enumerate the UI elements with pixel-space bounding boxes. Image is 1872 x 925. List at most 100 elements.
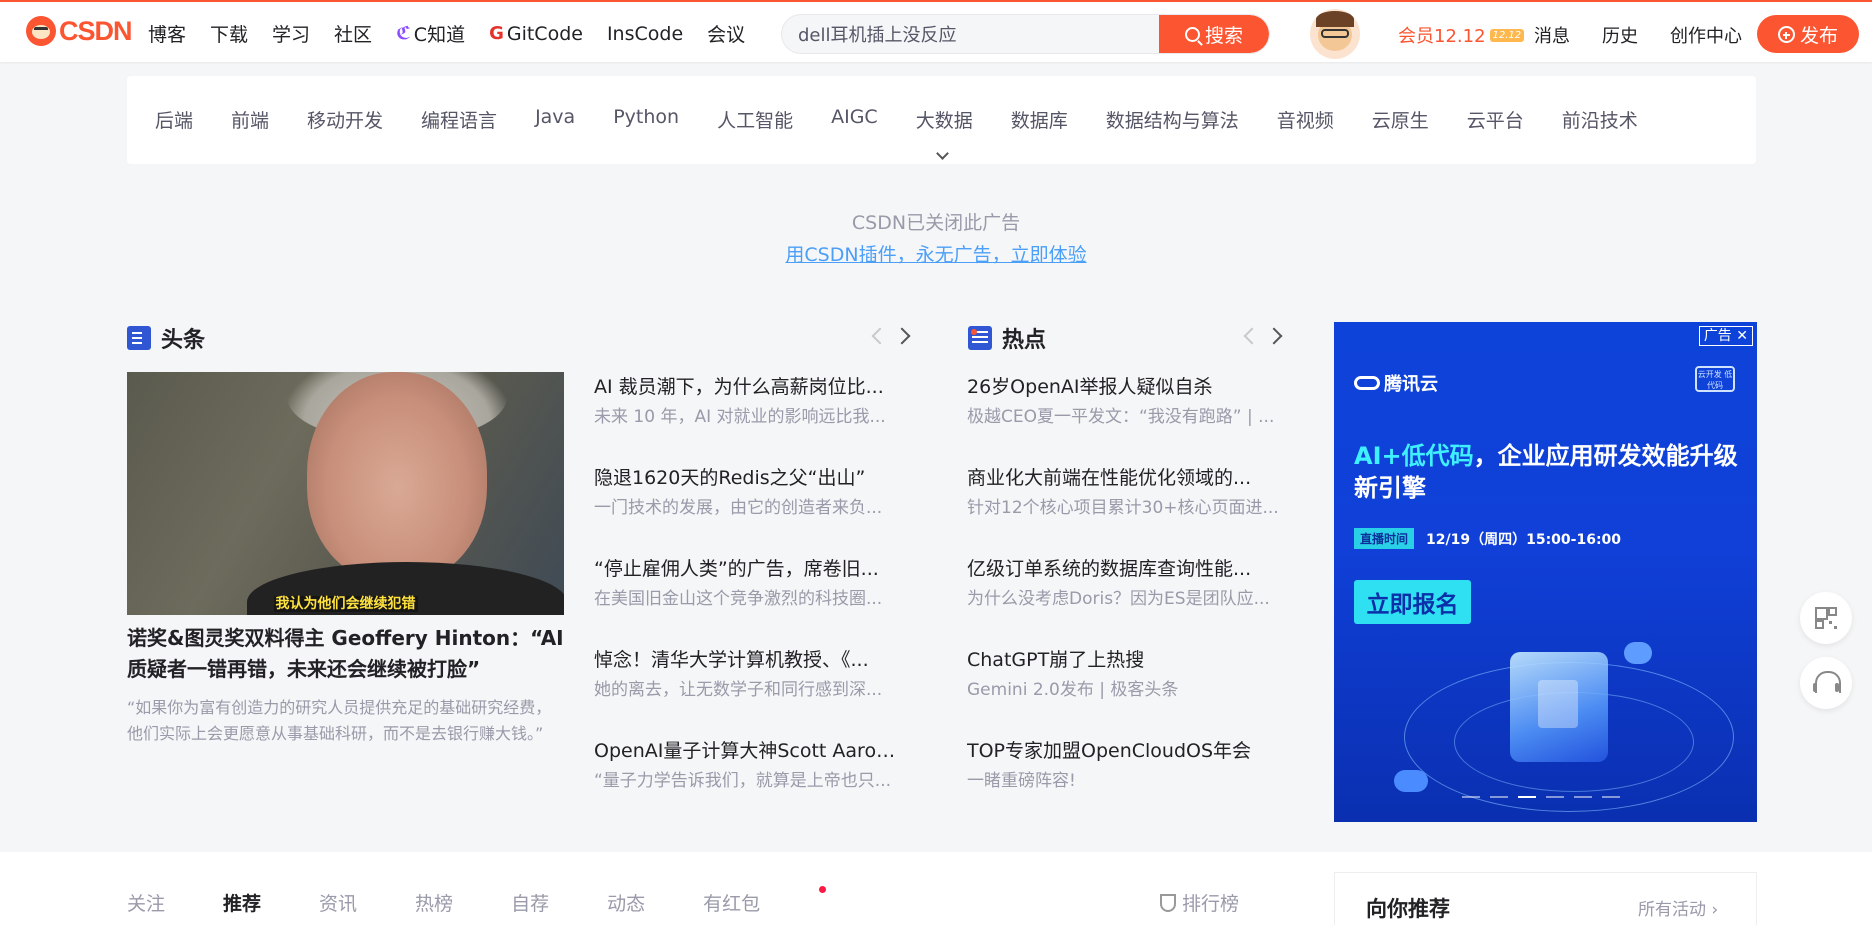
tab-follow[interactable]: 关注 [127, 889, 165, 916]
chevron-down-icon[interactable] [935, 148, 949, 162]
all-activities-link[interactable]: 所有活动 › [1638, 895, 1718, 920]
tab-self-recommend[interactable]: 自荐 [511, 889, 549, 916]
messages-link[interactable]: 消息 [1534, 22, 1570, 48]
vip-label: 会员12.12 [1398, 26, 1486, 47]
category-item[interactable]: Python [613, 106, 679, 133]
ad-banner[interactable]: 广告 ✕ 腾讯云 云开发 低代码 AI+低代码，企业应用研发效能升级新引擎 直播… [1334, 322, 1757, 822]
category-bar: 后端 前端 移动开发 编程语言 Java Python 人工智能 AIGC 大数… [127, 76, 1756, 164]
tab-red-packet[interactable]: 有红包 [703, 886, 827, 916]
csdn-logo[interactable]: CSDN [26, 16, 133, 46]
carousel-dot-active[interactable] [1518, 796, 1536, 798]
ad-headline-highlight: AI+低代码 [1354, 442, 1474, 470]
category-item[interactable]: AIGC [831, 106, 878, 133]
headline-main-title[interactable]: 诺奖&图灵奖双料得主 Geoffery Hinton：“AI质疑者一错再错，未来… [127, 623, 567, 685]
headline-item[interactable]: 隐退1620天的Redis之父“出山” 一门技术的发展，由它的创造者来负... [594, 465, 906, 521]
news-desc: 极越CEO夏一平发文：“我没有跑路” | ... [967, 407, 1275, 427]
headline-image[interactable]: 我认为他们会继续犯错 [127, 372, 564, 615]
category-item[interactable]: 音视频 [1277, 106, 1334, 133]
tab-hot-list[interactable]: 热榜 [415, 889, 453, 916]
news-title[interactable]: 亿级订单系统的数据库查询性能... [967, 556, 1279, 582]
news-title[interactable]: 隐退1620天的Redis之父“出山” [594, 465, 906, 491]
news-desc: 为什么没考虑Doris？因为ES是团队应... [967, 589, 1270, 609]
news-title[interactable]: “停止雇佣人类”的广告，席卷旧... [594, 556, 906, 582]
carousel-dot[interactable] [1574, 796, 1592, 798]
nav-item-learn[interactable]: 学习 [272, 20, 310, 47]
main-nav: 博客 下载 学习 社区 ℭ C知道 G GitCode InsCode 会议 [148, 20, 769, 47]
category-item[interactable]: Java [535, 106, 575, 133]
headline-item[interactable]: AI 裁员潮下，为什么高薪岗位比... 未来 10 年，AI 对就业的影响远比我… [594, 374, 906, 430]
headline-item[interactable]: 悼念！清华大学计算机教授、《... 她的离去，让无数学子和同行感到深... [594, 647, 906, 703]
tab-updates[interactable]: 动态 [607, 889, 645, 916]
hot-item[interactable]: 亿级订单系统的数据库查询性能... 为什么没考虑Doris？因为ES是团队应..… [967, 556, 1279, 612]
carousel-dot[interactable] [1490, 796, 1508, 798]
carousel-dot[interactable] [1546, 796, 1564, 798]
nav-item-meeting[interactable]: 会议 [707, 20, 745, 47]
tab-recommend[interactable]: 推荐 [223, 889, 261, 916]
headline-item[interactable]: OpenAI量子计算大神Scott Aaron... “量子力学告诉我们，就算是… [594, 738, 906, 794]
ad-badge[interactable]: 广告 ✕ [1698, 326, 1753, 346]
headline-item[interactable]: “停止雇佣人类”的广告，席卷旧... 在美国旧金山这个竞争激烈的科技圈... [594, 556, 906, 612]
nav-label: InsCode [606, 22, 684, 45]
hot-title-text: 热点 [1002, 328, 1047, 353]
category-item[interactable]: 数据库 [1011, 106, 1068, 133]
plus-circle-icon [1777, 25, 1795, 43]
nav-item-inscode[interactable]: InsCode [607, 23, 683, 45]
creator-center-link[interactable]: 创作中心 [1670, 22, 1742, 48]
ad-plugin-link[interactable]: 用CSDN插件，永无广告，立即体验 [785, 244, 1086, 266]
recommend-title: 向你推荐 [1366, 897, 1450, 921]
headline-main-desc: “如果你为富有创造力的研究人员提供充足的基础研究经费，他们实际上会更愿意从事基础… [127, 698, 552, 743]
publish-button[interactable]: 发布 [1757, 15, 1859, 53]
category-item[interactable]: 前端 [231, 106, 269, 133]
category-item[interactable]: 数据结构与算法 [1106, 106, 1239, 133]
hot-item[interactable]: TOP专家加盟OpenCloudOS年会 一睹重磅阵容! [967, 738, 1279, 794]
prev-arrow-icon[interactable] [1242, 325, 1256, 347]
tab-news[interactable]: 资讯 [319, 889, 357, 916]
category-item[interactable]: 人工智能 [717, 106, 793, 133]
prev-arrow-icon[interactable] [870, 325, 884, 347]
search-button[interactable]: 搜索 [1159, 15, 1269, 53]
nav-item-blog[interactable]: 博客 [148, 20, 186, 47]
ad-brand-text: 腾讯云 [1384, 374, 1438, 395]
news-title[interactable]: 26岁OpenAI举报人疑似自杀 [967, 374, 1279, 400]
news-title[interactable]: 悼念！清华大学计算机教授、《... [594, 647, 906, 673]
nav-item-czhidao[interactable]: ℭ C知道 [396, 20, 465, 47]
news-title[interactable]: OpenAI量子计算大神Scott Aaron... [594, 738, 906, 764]
news-title[interactable]: TOP专家加盟OpenCloudOS年会 [967, 738, 1279, 764]
ad-time-label: 直播时间 [1354, 528, 1415, 549]
history-link[interactable]: 历史 [1602, 22, 1638, 48]
nav-item-community[interactable]: 社区 [334, 20, 372, 47]
ranking-link[interactable]: 排行榜 [1160, 889, 1239, 916]
carousel-dot[interactable] [1462, 796, 1480, 798]
news-title[interactable]: 商业化大前端在性能优化领域的... [967, 465, 1279, 491]
hot-item[interactable]: 26岁OpenAI举报人疑似自杀 极越CEO夏一平发文：“我没有跑路” | ..… [967, 374, 1279, 430]
category-item[interactable]: 编程语言 [421, 106, 497, 133]
search-input[interactable] [782, 15, 1162, 53]
avatar[interactable] [1310, 9, 1360, 59]
vip-link[interactable]: 会员12.12 12.12 [1398, 22, 1525, 48]
close-icon[interactable]: ✕ [1736, 328, 1748, 344]
nav-item-download[interactable]: 下载 [210, 20, 248, 47]
dev-tag: 云开发 低代码 [1695, 366, 1735, 392]
ad-time-value: 12/19（周四）15:00-16:00 [1426, 531, 1622, 548]
next-arrow-icon[interactable] [1268, 325, 1282, 347]
hot-pager [1230, 325, 1282, 347]
nav-label: 下载 [210, 24, 249, 46]
category-item[interactable]: 大数据 [916, 106, 973, 133]
hot-item[interactable]: 商业化大前端在性能优化领域的... 针对12个核心项目累计30+核心页面进... [967, 465, 1279, 521]
headset-icon[interactable] [1800, 657, 1852, 709]
category-item[interactable]: 后端 [155, 106, 193, 133]
news-desc: 针对12个核心项目累计30+核心页面进... [967, 498, 1279, 518]
category-item[interactable]: 前沿技术 [1562, 106, 1638, 133]
next-arrow-icon[interactable] [896, 325, 910, 347]
hot-item[interactable]: ChatGPT崩了上热搜 Gemini 2.0发布 | 极客头条 [967, 647, 1279, 703]
qr-code-icon[interactable] [1800, 592, 1852, 644]
news-title[interactable]: ChatGPT崩了上热搜 [967, 647, 1279, 673]
document-icon [127, 326, 151, 350]
signup-button[interactable]: 立即报名 [1354, 580, 1471, 624]
carousel-dot[interactable] [1602, 796, 1620, 798]
category-item[interactable]: 云平台 [1467, 106, 1524, 133]
nav-item-gitcode[interactable]: G GitCode [489, 23, 583, 45]
category-item[interactable]: 云原生 [1372, 106, 1429, 133]
news-title[interactable]: AI 裁员潮下，为什么高薪岗位比... [594, 374, 906, 400]
category-item[interactable]: 移动开发 [307, 106, 383, 133]
